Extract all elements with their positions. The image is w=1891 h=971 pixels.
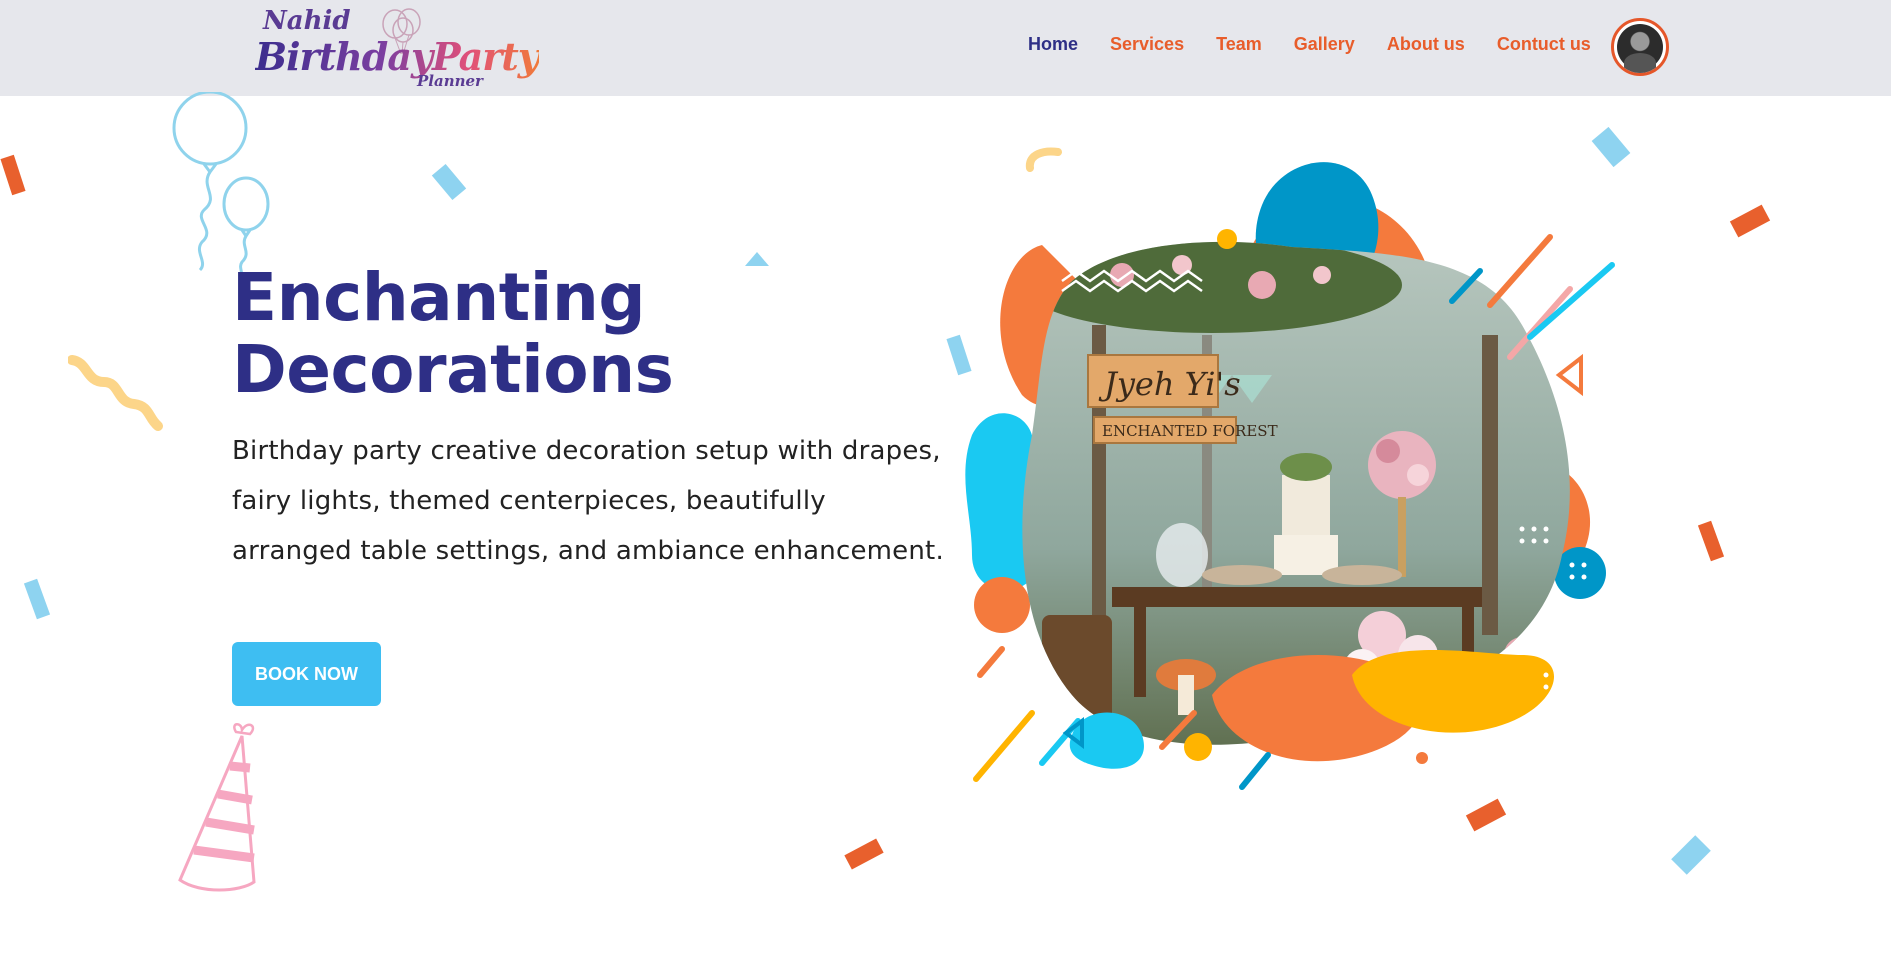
nav-gallery[interactable]: Gallery bbox=[1294, 34, 1355, 55]
confetti-blue bbox=[23, 578, 51, 620]
confetti-orange bbox=[0, 154, 26, 196]
party-hat-icon bbox=[178, 723, 256, 892]
sign-bottom-text: ENCHANTED FOREST bbox=[1102, 422, 1278, 440]
user-avatar[interactable] bbox=[1611, 18, 1669, 76]
hero-title-line-2: Decorations bbox=[232, 331, 674, 408]
nav-services[interactable]: Services bbox=[1110, 34, 1184, 55]
squiggle-yellow-icon bbox=[68, 355, 163, 431]
logo-line-2: BirthdayParty bbox=[255, 34, 540, 79]
confetti-orange bbox=[844, 838, 884, 870]
hero-decoration-image: Jyeh Yi's ENCHANTED FOREST bbox=[965, 162, 1615, 790]
confetti-blue bbox=[431, 163, 467, 201]
hero-description: Birthday party creative decoration setup… bbox=[232, 436, 944, 566]
nav-home[interactable]: Home bbox=[1028, 34, 1078, 55]
sign-top-text: Jyeh Yi's bbox=[1098, 365, 1241, 403]
confetti-orange bbox=[1729, 204, 1771, 238]
confetti-orange bbox=[1697, 520, 1725, 562]
nav-about-us[interactable]: About us bbox=[1387, 34, 1465, 55]
site-header: Nahid BirthdayParty Planner Home Service… bbox=[0, 0, 1891, 96]
nav-contact-us[interactable]: Contuct us bbox=[1497, 34, 1591, 55]
site-logo[interactable]: Nahid BirthdayParty Planner bbox=[255, 6, 540, 90]
avatar-shoulders bbox=[1624, 53, 1656, 73]
logo-line-3: Planner bbox=[417, 72, 483, 90]
logo-line-1: Nahid bbox=[263, 6, 351, 36]
book-now-button[interactable]: BOOK NOW bbox=[232, 642, 381, 706]
hero-title: Enchanting Decorations bbox=[232, 262, 752, 406]
balloons-doodle-icon bbox=[172, 92, 270, 277]
hero-title-line-1: Enchanting bbox=[232, 259, 646, 336]
confetti-orange bbox=[1465, 798, 1507, 832]
nav-team[interactable]: Team bbox=[1216, 34, 1262, 55]
confetti-blue bbox=[1671, 835, 1711, 875]
main-nav: Home Services Team Gallery About us Cont… bbox=[1028, 34, 1623, 55]
